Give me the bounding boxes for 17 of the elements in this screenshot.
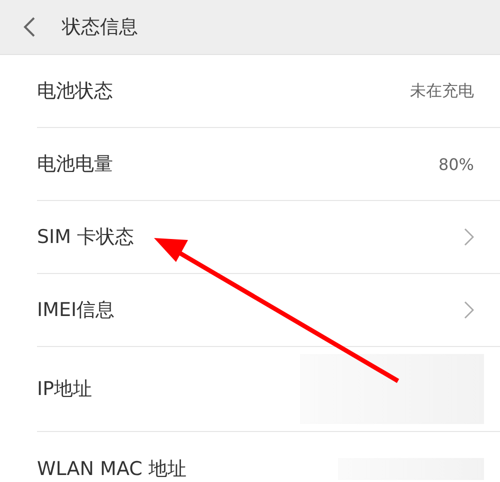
chevron-icon: [464, 301, 474, 319]
row-label: IP地址: [37, 377, 92, 402]
row-label: SIM 卡状态: [37, 225, 134, 250]
chevron-icon: [464, 228, 474, 246]
row-label: IMEI信息: [37, 298, 115, 323]
settings-row[interactable]: 电池状态 未在充电: [37, 55, 500, 128]
settings-row[interactable]: IMEI信息: [37, 274, 500, 347]
page-title: 状态信息: [62, 15, 138, 40]
row-value: 80%: [438, 154, 474, 174]
settings-row[interactable]: 电池电量 80%: [37, 128, 500, 201]
row-label: 电池电量: [37, 152, 113, 177]
row-label: WLAN MAC 地址: [37, 456, 186, 482]
row-value: 未在充电: [410, 80, 474, 102]
settings-row[interactable]: IP地址: [37, 347, 500, 432]
row-label: 电池状态: [37, 79, 113, 104]
settings-row[interactable]: WLAN MAC 地址: [37, 432, 500, 482]
back-icon[interactable]: [22, 16, 36, 38]
